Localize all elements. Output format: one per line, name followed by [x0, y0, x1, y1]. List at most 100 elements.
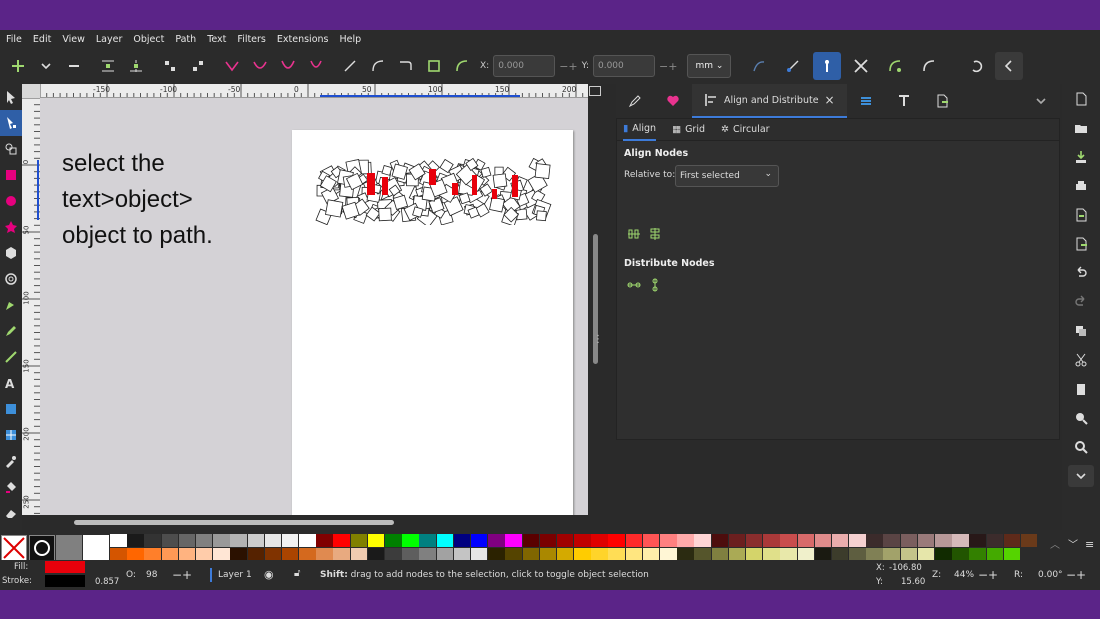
zoom-input[interactable]: 44%	[954, 570, 974, 580]
vertical-scrollbar[interactable]: ⋮	[588, 84, 603, 530]
menu-view[interactable]: View	[62, 34, 85, 45]
y-stepper[interactable]: −+	[659, 60, 677, 73]
palette-swatch[interactable]	[574, 534, 591, 547]
opacity-input[interactable]: 98	[146, 570, 157, 580]
palette-swatch[interactable]	[127, 534, 144, 547]
palette-swatch[interactable]	[385, 534, 402, 547]
stroke-to-path-icon[interactable]	[448, 52, 476, 80]
spiral-tool-icon[interactable]	[0, 266, 22, 292]
palette-swatch[interactable]	[522, 534, 539, 547]
palette-swatch[interactable]	[642, 534, 660, 547]
palette-swatch[interactable]	[780, 534, 797, 547]
drawing-canvas[interactable]: select the text>object> object to path.	[40, 98, 588, 515]
menu-edit[interactable]: Edit	[33, 34, 51, 45]
unit-select[interactable]: mm ⌄	[687, 54, 732, 78]
palette-swatch[interactable]	[677, 534, 694, 547]
palette-scroll-down-icon[interactable]: ﹀	[1068, 536, 1078, 551]
stroke-indicator[interactable]	[45, 575, 85, 587]
unset-paint-swatch[interactable]	[29, 535, 55, 561]
palette-swatch[interactable]	[436, 534, 454, 547]
more-commands-button[interactable]	[1068, 465, 1094, 487]
palette-swatch[interactable]	[728, 534, 746, 547]
break-path-icon[interactable]	[122, 52, 150, 80]
transform-icon[interactable]	[847, 52, 875, 80]
palette-swatch[interactable]	[660, 534, 677, 547]
palette-swatch[interactable]	[350, 534, 368, 547]
menu-object[interactable]: Object	[133, 34, 164, 45]
palette-swatch[interactable]	[711, 534, 729, 547]
menu-extensions[interactable]: Extensions	[277, 34, 329, 45]
dropper-tool-icon[interactable]	[0, 448, 22, 474]
palette-swatch[interactable]	[608, 534, 625, 547]
palette-scroll-up-icon[interactable]: ︿	[1050, 536, 1060, 551]
tab-symbols[interactable]	[654, 84, 692, 118]
chevron-left-icon[interactable]	[995, 52, 1024, 80]
undo-circle-icon[interactable]	[963, 52, 991, 80]
cusp-node-icon[interactable]	[218, 52, 246, 80]
tab-fill-stroke[interactable]	[616, 84, 654, 118]
add-corners-icon[interactable]	[392, 52, 420, 80]
fill-indicator[interactable]	[45, 561, 85, 573]
palette-swatch[interactable]	[195, 534, 213, 547]
zoom-drawing-icon[interactable]	[1062, 432, 1100, 461]
palette-swatch[interactable]	[814, 534, 832, 547]
delete-segment-icon[interactable]	[184, 52, 212, 80]
x-stepper[interactable]: −+	[559, 60, 577, 73]
palette-swatch[interactable]	[316, 534, 333, 547]
symmetric-node-icon[interactable]	[274, 52, 302, 80]
subtab-grid[interactable]: ▦ Grid	[672, 119, 705, 141]
palette-swatch[interactable]	[488, 534, 505, 547]
palette-swatch[interactable]	[556, 534, 574, 547]
edit-mask-icon[interactable]	[915, 52, 943, 80]
tab-layers[interactable]	[847, 84, 885, 118]
current-layer[interactable]: Layer 1	[218, 570, 252, 580]
palette-swatch[interactable]	[213, 534, 230, 547]
palette-swatch[interactable]	[745, 534, 763, 547]
align-nodes-horizontal-icon[interactable]	[627, 227, 641, 241]
menu-text[interactable]: Text	[207, 34, 226, 45]
swatch-white[interactable]	[83, 535, 109, 561]
palette-menu-icon[interactable]: ≡	[1085, 538, 1094, 551]
star-tool-icon[interactable]	[0, 214, 22, 240]
copy-icon[interactable]	[1062, 316, 1100, 345]
close-icon[interactable]: ×	[825, 93, 835, 107]
palette-swatch[interactable]	[367, 534, 385, 547]
redo-icon[interactable]	[1062, 287, 1100, 316]
horizontal-scrollbar[interactable]	[22, 515, 588, 530]
chevron-down-icon[interactable]	[32, 52, 60, 80]
palette-swatch[interactable]	[591, 534, 608, 547]
lock-icon[interactable]: 🔓︎	[294, 568, 300, 579]
pen-tool-icon[interactable]	[0, 292, 22, 318]
rotate-stepper[interactable]: −+	[1066, 568, 1086, 582]
edit-clip-icon[interactable]	[881, 52, 909, 80]
palette-swatch[interactable]	[178, 534, 196, 547]
gradient-tool-icon[interactable]	[0, 396, 22, 422]
object-to-path-icon[interactable]	[420, 52, 448, 80]
save-icon[interactable]	[1062, 142, 1100, 171]
y-coordinate-input[interactable]: 0.000	[592, 55, 655, 77]
show-transform-handles-icon[interactable]	[813, 52, 842, 80]
open-folder-icon[interactable]	[1062, 113, 1100, 142]
palette-swatch[interactable]	[110, 534, 127, 547]
auto-smooth-node-icon[interactable]	[302, 52, 330, 80]
menu-help[interactable]: Help	[339, 34, 361, 45]
make-line-icon[interactable]	[336, 52, 364, 80]
menu-path[interactable]: Path	[175, 34, 196, 45]
selector-tool-icon[interactable]	[0, 84, 22, 110]
delete-node-icon[interactable]	[60, 52, 88, 80]
distribute-nodes-vertical-icon[interactable]	[648, 278, 662, 292]
mesh-tool-icon[interactable]	[0, 422, 22, 448]
palette-swatch[interactable]	[264, 534, 282, 547]
palette-swatch[interactable]	[453, 534, 471, 547]
insert-node-icon[interactable]	[4, 52, 32, 80]
text-tool-icon[interactable]: A	[0, 370, 22, 396]
export-icon[interactable]	[1062, 229, 1100, 258]
smooth-node-icon[interactable]	[246, 52, 274, 80]
palette-swatch[interactable]	[333, 534, 350, 547]
palette-swatch[interactable]	[161, 534, 179, 547]
palette-swatch[interactable]	[831, 534, 849, 547]
palette-swatch[interactable]	[849, 534, 866, 547]
tab-align-distribute[interactable]: Align and Distribute ×	[692, 84, 847, 118]
palette-swatch[interactable]	[625, 534, 643, 547]
import-icon[interactable]	[1062, 200, 1100, 229]
